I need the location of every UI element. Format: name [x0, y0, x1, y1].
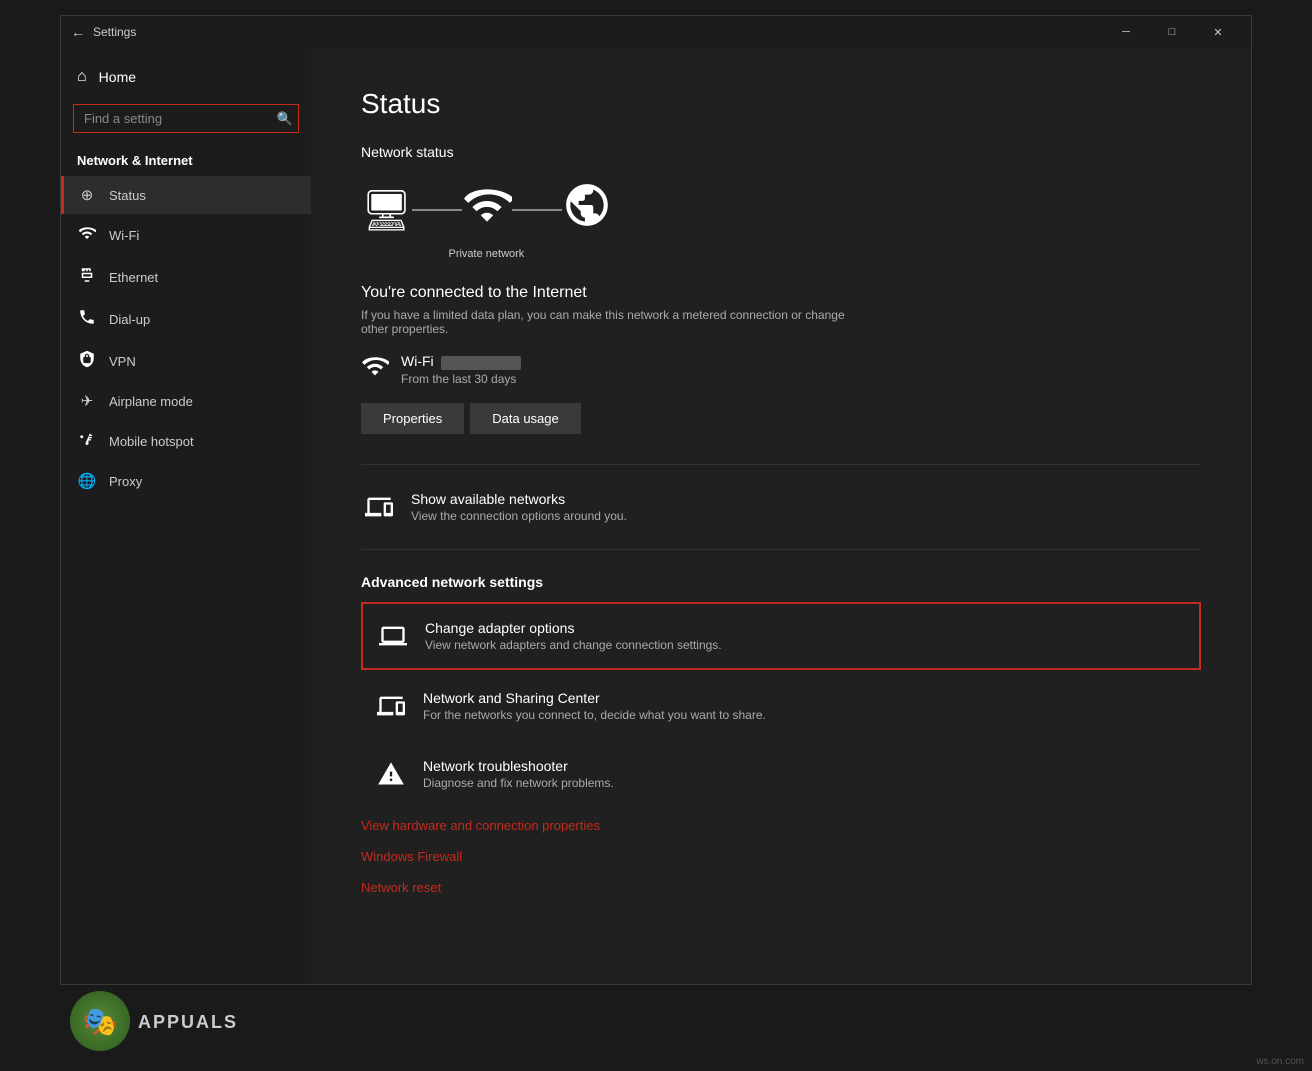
sidebar-item-dialup-label: Dial-up	[109, 312, 150, 327]
change-adapter-item[interactable]: Change adapter options View network adap…	[361, 602, 1201, 670]
page-title: Status	[361, 88, 1201, 120]
ethernet-icon	[77, 266, 97, 288]
available-networks-icon	[361, 489, 397, 525]
divider-1	[361, 464, 1201, 465]
sidebar-item-dialup[interactable]: Dial-up	[61, 298, 311, 340]
status-icon: ⊕	[77, 186, 97, 204]
airplane-icon: ✈	[77, 392, 97, 410]
search-icon: 🔍	[277, 111, 293, 127]
sidebar-item-vpn[interactable]: VPN	[61, 340, 311, 382]
sidebar-section-title: Network & Internet	[61, 141, 311, 176]
maximize-button[interactable]: □	[1149, 16, 1195, 48]
window-body: ⌂ Home 🔍 Network & Internet ⊕ Status Wi-…	[61, 48, 1251, 984]
watermark: ws.on.com	[1256, 1056, 1304, 1067]
sidebar-item-hotspot-label: Mobile hotspot	[109, 434, 194, 449]
sidebar-item-status-label: Status	[109, 188, 146, 203]
adapter-text: Change adapter options View network adap…	[425, 620, 722, 652]
troubleshooter-item[interactable]: Network troubleshooter Diagnose and fix …	[361, 742, 1201, 806]
logo-area: 🎭 APPUALS	[70, 991, 238, 1051]
sidebar-item-vpn-label: VPN	[109, 354, 136, 369]
sidebar-item-status[interactable]: ⊕ Status	[61, 176, 311, 214]
wifi-signal-icon	[361, 352, 389, 387]
action-buttons: Properties Data usage	[361, 403, 1201, 434]
net-line-2	[512, 209, 562, 211]
proxy-icon: 🌐	[77, 472, 97, 490]
sidebar-item-proxy-label: Proxy	[109, 474, 142, 489]
troubleshooter-text: Network troubleshooter Diagnose and fix …	[423, 758, 614, 790]
net-line-1	[412, 209, 462, 211]
sidebar-item-ethernet[interactable]: Ethernet	[61, 256, 311, 298]
connected-title: You're connected to the Internet	[361, 284, 1201, 302]
back-icon[interactable]: ←	[71, 24, 85, 40]
search-box: 🔍	[73, 104, 299, 133]
network-diagram-inner: 🖥	[361, 180, 612, 260]
adapter-icon	[375, 618, 411, 654]
connected-section: You're connected to the Internet If you …	[361, 284, 1201, 434]
sidebar-item-airplane[interactable]: ✈ Airplane mode	[61, 382, 311, 420]
titlebar: ← Settings ─ □ ✕	[61, 16, 1251, 48]
vpn-icon	[77, 350, 97, 372]
sidebar-home[interactable]: ⌂ Home	[61, 58, 311, 96]
connected-desc: If you have a limited data plan, you can…	[361, 308, 861, 336]
close-button[interactable]: ✕	[1195, 16, 1241, 48]
minimize-button[interactable]: ─	[1103, 16, 1149, 48]
troubleshooter-icon	[373, 756, 409, 792]
available-networks-title: Show available networks	[411, 491, 627, 507]
sharing-sub: For the networks you connect to, decide …	[423, 708, 766, 722]
sharing-center-item[interactable]: Network and Sharing Center For the netwo…	[361, 674, 1201, 738]
available-networks-text: Show available networks View the connect…	[411, 491, 627, 523]
settings-window: ← Settings ─ □ ✕ ⌂ Home 🔍 Network & Inte…	[60, 15, 1252, 985]
sharing-icon	[373, 688, 409, 724]
sidebar-item-wifi[interactable]: Wi-Fi	[61, 214, 311, 256]
network-diagram: 🖥	[361, 180, 1201, 260]
sidebar-item-ethernet-label: Ethernet	[109, 270, 158, 285]
sidebar-item-airplane-label: Airplane mode	[109, 394, 193, 409]
troubleshooter-title: Network troubleshooter	[423, 758, 614, 774]
wifi-details: Wi-Fi From the last 30 days	[401, 353, 521, 385]
network-icons: 🖥	[361, 180, 612, 240]
network-reset-link[interactable]: Network reset	[361, 872, 1201, 903]
appuals-logo: 🎭	[70, 991, 130, 1051]
windows-firewall-link[interactable]: Windows Firewall	[361, 841, 1201, 872]
network-label: Private network	[448, 248, 524, 260]
wifi-info: Wi-Fi From the last 30 days	[361, 352, 1201, 387]
network-status-title: Network status	[361, 144, 1201, 160]
wifi-ssid-blurred	[441, 356, 521, 370]
sharing-title: Network and Sharing Center	[423, 690, 766, 706]
wifi-router-icon	[462, 180, 512, 240]
dialup-icon	[77, 308, 97, 330]
hotspot-icon	[77, 430, 97, 452]
data-usage-button[interactable]: Data usage	[470, 403, 581, 434]
advanced-settings-title: Advanced network settings	[361, 574, 1201, 590]
wifi-icon	[77, 224, 97, 246]
adapter-title: Change adapter options	[425, 620, 722, 636]
sharing-text: Network and Sharing Center For the netwo…	[423, 690, 766, 722]
search-input[interactable]	[73, 104, 299, 133]
home-label: Home	[99, 69, 136, 85]
wifi-name: Wi-Fi	[401, 353, 521, 369]
sidebar-item-hotspot[interactable]: Mobile hotspot	[61, 420, 311, 462]
available-networks-row[interactable]: Show available networks View the connect…	[361, 473, 1201, 541]
titlebar-controls: ─ □ ✕	[1103, 16, 1241, 48]
titlebar-title: Settings	[93, 25, 136, 39]
sidebar-item-wifi-label: Wi-Fi	[109, 228, 139, 243]
sidebar: ⌂ Home 🔍 Network & Internet ⊕ Status Wi-…	[61, 48, 311, 984]
wifi-sub: From the last 30 days	[401, 372, 521, 386]
adapter-sub: View network adapters and change connect…	[425, 638, 722, 652]
appuals-text: APPUALS	[138, 1012, 238, 1033]
divider-2	[361, 549, 1201, 550]
main-content: Status Network status 🖥	[311, 48, 1251, 984]
sidebar-item-proxy[interactable]: 🌐 Proxy	[61, 462, 311, 500]
available-networks-sub: View the connection options around you.	[411, 509, 627, 523]
globe-icon	[562, 180, 612, 240]
troubleshooter-sub: Diagnose and fix network problems.	[423, 776, 614, 790]
hardware-properties-link[interactable]: View hardware and connection properties	[361, 810, 1201, 841]
home-icon: ⌂	[77, 68, 87, 86]
laptop-icon: 🖥	[361, 187, 412, 234]
properties-button[interactable]: Properties	[361, 403, 464, 434]
